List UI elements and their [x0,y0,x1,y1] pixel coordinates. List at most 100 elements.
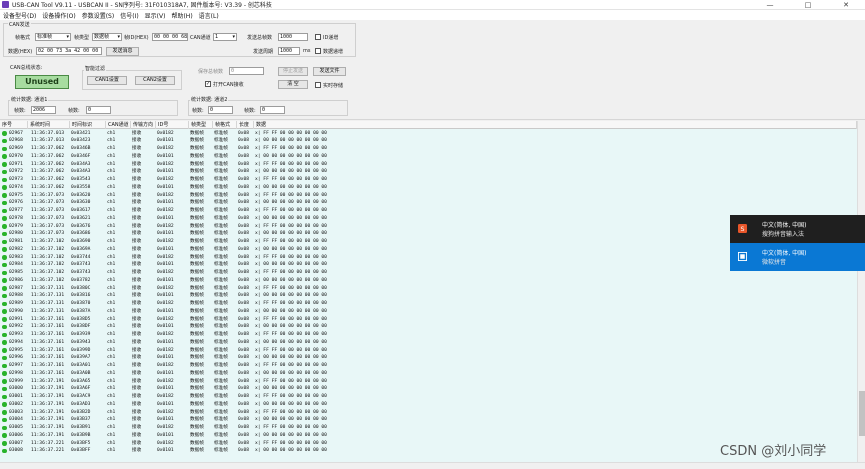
maximize-button[interactable]: □ [789,0,827,10]
table-row[interactable]: 02971 11:36:37.062 0x034A3 ch1 接收 0x0182 数据帧 标准… [0,161,855,169]
realtime-storage-checkbox[interactable] [315,82,321,88]
table-row[interactable]: 02972 11:36:37.062 0x034A3 ch1 接收 0x0101 数据帧 标准… [0,168,855,176]
cell-frame-format: 标准帧 [214,254,228,260]
table-row[interactable]: 02967 11:36:37.013 0x03421 ch1 接收 0x0182 数据帧 标准… [0,130,855,138]
table-row[interactable]: 02998 11:36:37.161 0x03A0B ch1 接收 0x0101 数据帧 标准… [0,370,855,378]
menu-parameter-settings[interactable]: 参数设置(S) [82,11,115,20]
table-row[interactable]: 02983 11:36:37.102 0x03744 ch1 接收 0x0182 数据帧 标准… [0,254,855,262]
table-row[interactable]: 02992 11:36:37.161 0x038DF ch1 接收 0x0101 数据帧 标准… [0,323,855,331]
table-row[interactable]: 02993 11:36:37.161 0x03939 ch1 接收 0x0182 数据帧 标准… [0,331,855,339]
table-row[interactable]: 03000 11:36:37.191 0x03A6F ch1 接收 0x0101 数据帧 标准… [0,385,855,393]
send-count-input[interactable]: 1000 [278,33,308,41]
send-file-button[interactable]: 发送文件 [313,67,346,76]
can2-settings-button[interactable]: CAN2设置 [135,76,175,85]
id-increment-checkbox[interactable] [315,34,321,40]
scrollbar-thumb[interactable] [859,391,865,436]
cell-timestamp: 0x03421 [71,130,91,136]
table-row[interactable]: 03003 11:36:37.191 0x03B2D ch1 接收 0x0182 数据帧 标准… [0,409,855,417]
menu-device-operation[interactable]: 设备操作(O) [42,11,75,20]
table-row[interactable]: 02985 11:36:37.102 0x03743 ch1 接收 0x0182 数据帧 标准… [0,269,855,277]
open-can-receive-checkbox[interactable]: ✓ [205,81,211,87]
menu-view[interactable]: 显示(V) [145,11,166,20]
table-row[interactable]: 02989 11:36:37.131 0x03870 ch1 接收 0x0182 数据帧 标准… [0,300,855,308]
frame-format-select[interactable]: 标准帧 ▾ [35,33,71,41]
table-row[interactable]: 02979 11:36:37.073 0x03676 ch1 接收 0x0182 数据帧 标准… [0,223,855,231]
table-row[interactable]: 02980 11:36:37.073 0x03686 ch1 接收 0x0101 数据帧 标准… [0,230,855,238]
table-row[interactable]: 03004 11:36:37.191 0x03B37 ch1 接收 0x0101 数据帧 标准… [0,416,855,424]
table-row[interactable]: 02988 11:36:37.131 0x03816 ch1 接收 0x0101 数据帧 标准… [0,292,855,300]
col-data[interactable]: 数据 [254,121,857,129]
table-row[interactable]: 02997 11:36:37.161 0x03A01 ch1 接收 0x0182 数据帧 标准… [0,362,855,370]
col-frame-type[interactable]: 帧类型 [189,121,213,129]
cell-frame-type: 数据帧 [190,169,204,175]
close-button[interactable]: ✕ [827,0,865,10]
table-row[interactable]: 02969 11:36:37.062 0x0346B ch1 接收 0x0182 数据帧 标准… [0,145,855,153]
col-frame-format[interactable]: 帧格式 [213,121,237,129]
table-row[interactable]: 02991 11:36:37.161 0x038D5 ch1 接收 0x0182 数据帧 标准… [0,316,855,324]
cell-channel: ch1 [107,347,116,353]
table-row[interactable]: 02995 11:36:37.161 0x0399D ch1 接收 0x0182 数据帧 标准… [0,347,855,355]
send-period-input[interactable]: 1000 [278,47,300,55]
sogou-ime-icon: S [738,224,747,233]
horizontal-scrollbar[interactable] [0,462,865,469]
table-row[interactable]: 02968 11:36:37.013 0x03423 ch1 接收 0x0101 数据帧 标准… [0,137,855,145]
cell-timestamp: 0x038D5 [71,316,91,322]
table-row[interactable]: 03005 11:36:37.191 0x03B91 ch1 接收 0x0182 数据帧 标准… [0,424,855,432]
table-row[interactable]: 02996 11:36:37.161 0x039A7 ch1 接收 0x0101 数据帧 标准… [0,354,855,362]
col-can-channel[interactable]: CAN通道 [106,121,131,129]
table-row[interactable]: 03001 11:36:37.191 0x03AC9 ch1 接收 0x0182 数据帧 标准… [0,393,855,401]
table-row[interactable]: 02977 11:36:37.073 0x03617 ch1 接收 0x0182 数据帧 标准… [0,207,855,215]
frame-type-select[interactable]: 数据帧 ▾ [92,33,122,41]
minimize-button[interactable]: — [751,0,789,10]
table-row[interactable]: 02986 11:36:37.102 0x03782 ch1 接收 0x0101 数据帧 标准… [0,277,855,285]
menu-help[interactable]: 帮助(H) [171,11,192,20]
col-length[interactable]: 长度 [237,121,254,129]
menu-signal[interactable]: 信号(I) [120,11,138,20]
table-row[interactable]: 02976 11:36:37.073 0x03630 ch1 接收 0x0101 数据帧 标准… [0,199,855,207]
vertical-scrollbar[interactable] [857,121,865,462]
table-row[interactable]: 02973 11:36:37.062 0x03543 ch1 接收 0x0182 数据帧 标准… [0,176,855,184]
table-row[interactable]: 02999 11:36:37.191 0x03A65 ch1 接收 0x0182 数据帧 标准… [0,378,855,386]
cell-id: 0x0101 [157,417,174,423]
table-row[interactable]: 03002 11:36:37.191 0x03AD3 ch1 接收 0x0101 数据帧 标准… [0,401,855,409]
cell-index: 02977 [9,208,23,213]
col-system-time[interactable]: 系统时间 [28,121,70,129]
table-row[interactable]: 02982 11:36:37.102 0x0369A ch1 接收 0x0101 数据帧 标准… [0,246,855,254]
receive-status-dot-icon [2,324,7,330]
ime-option-microsoft-pinyin[interactable]: 中文(简体, 中国) 微软拼音 [730,243,865,271]
table-row[interactable]: 02970 11:36:37.062 0x0346F ch1 接收 0x0101 数据帧 标准… [0,153,855,161]
table-row[interactable]: 02978 11:36:37.073 0x03621 ch1 接收 0x0101 数据帧 标准… [0,215,855,223]
col-timestamp[interactable]: 时间标识 [70,121,106,129]
cell-channel: ch1 [107,339,116,345]
table-row[interactable]: 02984 11:36:37.102 0x03743 ch1 接收 0x0101 数据帧 标准… [0,261,855,269]
frame-id-input[interactable]: 00 00 00 68 [152,33,188,41]
data-hex-input[interactable]: 02 00 73 3a 42 00 00 00 [36,47,102,55]
send-message-button[interactable]: 发送消息 [106,47,139,56]
table-row[interactable]: 02994 11:36:37.161 0x03943 ch1 接收 0x0101 数据帧 标准… [0,339,855,347]
col-direction[interactable]: 传输方向 [131,121,156,129]
table-row[interactable]: 02987 11:36:37.131 0x0380C ch1 接收 0x0182 数据帧 标准… [0,285,855,293]
table-row[interactable]: 02975 11:36:37.073 0x03620 ch1 接收 0x0182 数据帧 标准… [0,192,855,200]
col-index[interactable]: 序号 [0,121,28,129]
cell-channel: ch1 [107,208,116,213]
table-row[interactable]: 03006 11:36:37.191 0x03B9B ch1 接收 0x0101 数据帧 标准… [0,432,855,440]
can-channel-select[interactable]: 1 ▾ [213,33,237,41]
table-row[interactable]: 02990 11:36:37.131 0x0387A ch1 接收 0x0101 数据帧 标准… [0,308,855,316]
data-increment-checkbox[interactable] [315,48,321,54]
can1-settings-button[interactable]: CAN1设置 [87,76,127,85]
cell-timestamp: 0x03B37 [71,417,91,423]
cell-data: x| FF FF 00 00 00 00 00 00 [255,440,327,446]
menu-device-model[interactable]: 设备型号(D) [3,11,36,20]
col-id[interactable]: ID号 [156,121,189,129]
cell-data: x| 00 00 00 00 00 00 00 00 [255,153,327,159]
cell-data: x| FF FF 00 00 00 00 00 00 [255,409,327,415]
menu-language[interactable]: 语言(L) [199,11,219,20]
table-row[interactable]: 02974 11:36:37.062 0x03558 ch1 接收 0x0101 数据帧 标准… [0,184,855,192]
cell-timestamp: 0x039A7 [71,355,91,361]
clear-button[interactable]: 清 空 [278,80,308,89]
ime-option-sogou[interactable]: S 中文(简体, 中国) 搜狗拼音输入法 [730,215,865,243]
cell-channel: ch1 [107,169,116,175]
table-row[interactable]: 02981 11:36:37.102 0x03690 ch1 接收 0x0182 数据帧 标准… [0,238,855,246]
cell-system-time: 11:36:37.191 [31,432,65,438]
stop-send-button[interactable]: 停止发送 [278,67,308,76]
